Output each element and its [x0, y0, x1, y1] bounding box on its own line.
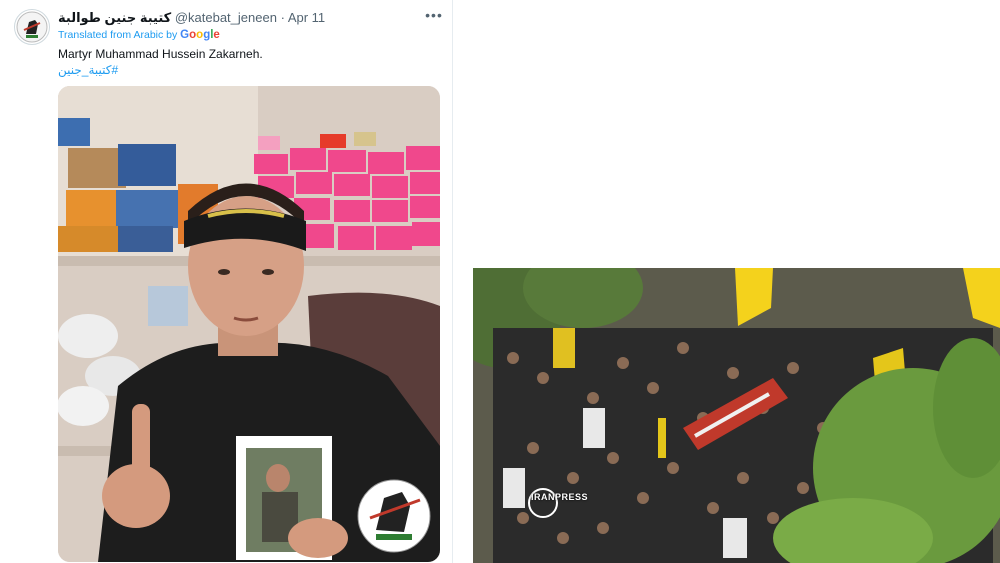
tweet-photo[interactable] — [58, 86, 440, 562]
translation-prefix: Translated from Arabic by — [58, 29, 178, 41]
brigade-logo-icon — [16, 11, 48, 43]
handle[interactable]: @katebat_jeneen — [175, 10, 277, 25]
translation-notice[interactable]: Translated from Arabic by Google — [58, 29, 220, 41]
separator: · — [280, 10, 285, 25]
tweet-card: كتيبة جنين طوالبة @katebat_jeneen · Apr … — [0, 0, 453, 563]
more-horizontal-icon[interactable]: ••• — [424, 5, 444, 25]
google-letter: G — [180, 29, 190, 41]
tweet-text: Martyr Muhammad Hussein Zakarneh. — [58, 47, 263, 61]
display-name[interactable]: كتيبة جنين طوالبة — [58, 10, 171, 25]
google-logo: Google — [180, 29, 220, 41]
tweet-header: كتيبة جنين طوالبة @katebat_jeneen · Apr … — [58, 10, 325, 26]
crowd-image — [473, 268, 1000, 563]
watermark-text: IRANPRESS — [531, 492, 589, 502]
hashtag-link[interactable]: #كتيبة_جنين — [58, 63, 118, 77]
martyr-portrait-image — [58, 86, 440, 562]
google-letter: e — [213, 29, 220, 41]
tweet-date[interactable]: Apr 11 — [288, 10, 325, 25]
funeral-crowd-photo[interactable]: IRANPRESS — [473, 268, 1000, 563]
avatar[interactable] — [14, 9, 50, 45]
